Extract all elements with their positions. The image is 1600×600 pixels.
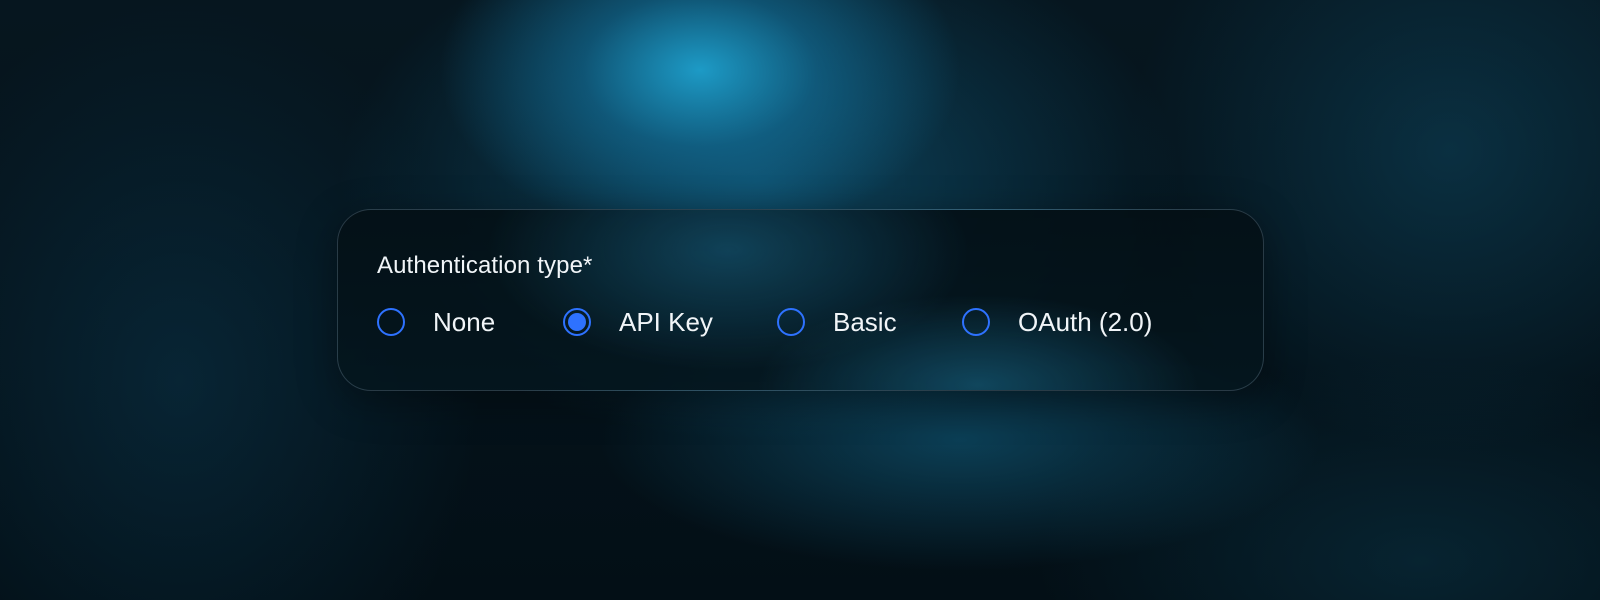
- radio-label-oauth: OAuth (2.0): [1018, 306, 1153, 337]
- radio-button-basic[interactable]: [777, 308, 805, 336]
- radio-option-api-key[interactable]: API Key: [563, 305, 713, 339]
- radio-label-api-key: API Key: [619, 306, 713, 337]
- radio-button-none[interactable]: [377, 308, 405, 336]
- radio-button-oauth[interactable]: [962, 308, 990, 336]
- radio-option-oauth[interactable]: OAuth (2.0): [962, 305, 1152, 339]
- auth-type-card: Authentication type* None API Key Basic …: [337, 209, 1264, 391]
- radio-option-basic[interactable]: Basic: [777, 305, 897, 339]
- radio-button-api-key[interactable]: [563, 308, 591, 336]
- radio-selected-dot: [568, 313, 586, 331]
- auth-type-label: Authentication type*: [377, 252, 593, 279]
- radio-label-basic: Basic: [833, 306, 897, 337]
- radio-option-none[interactable]: None: [377, 305, 495, 339]
- radio-label-none: None: [433, 306, 496, 337]
